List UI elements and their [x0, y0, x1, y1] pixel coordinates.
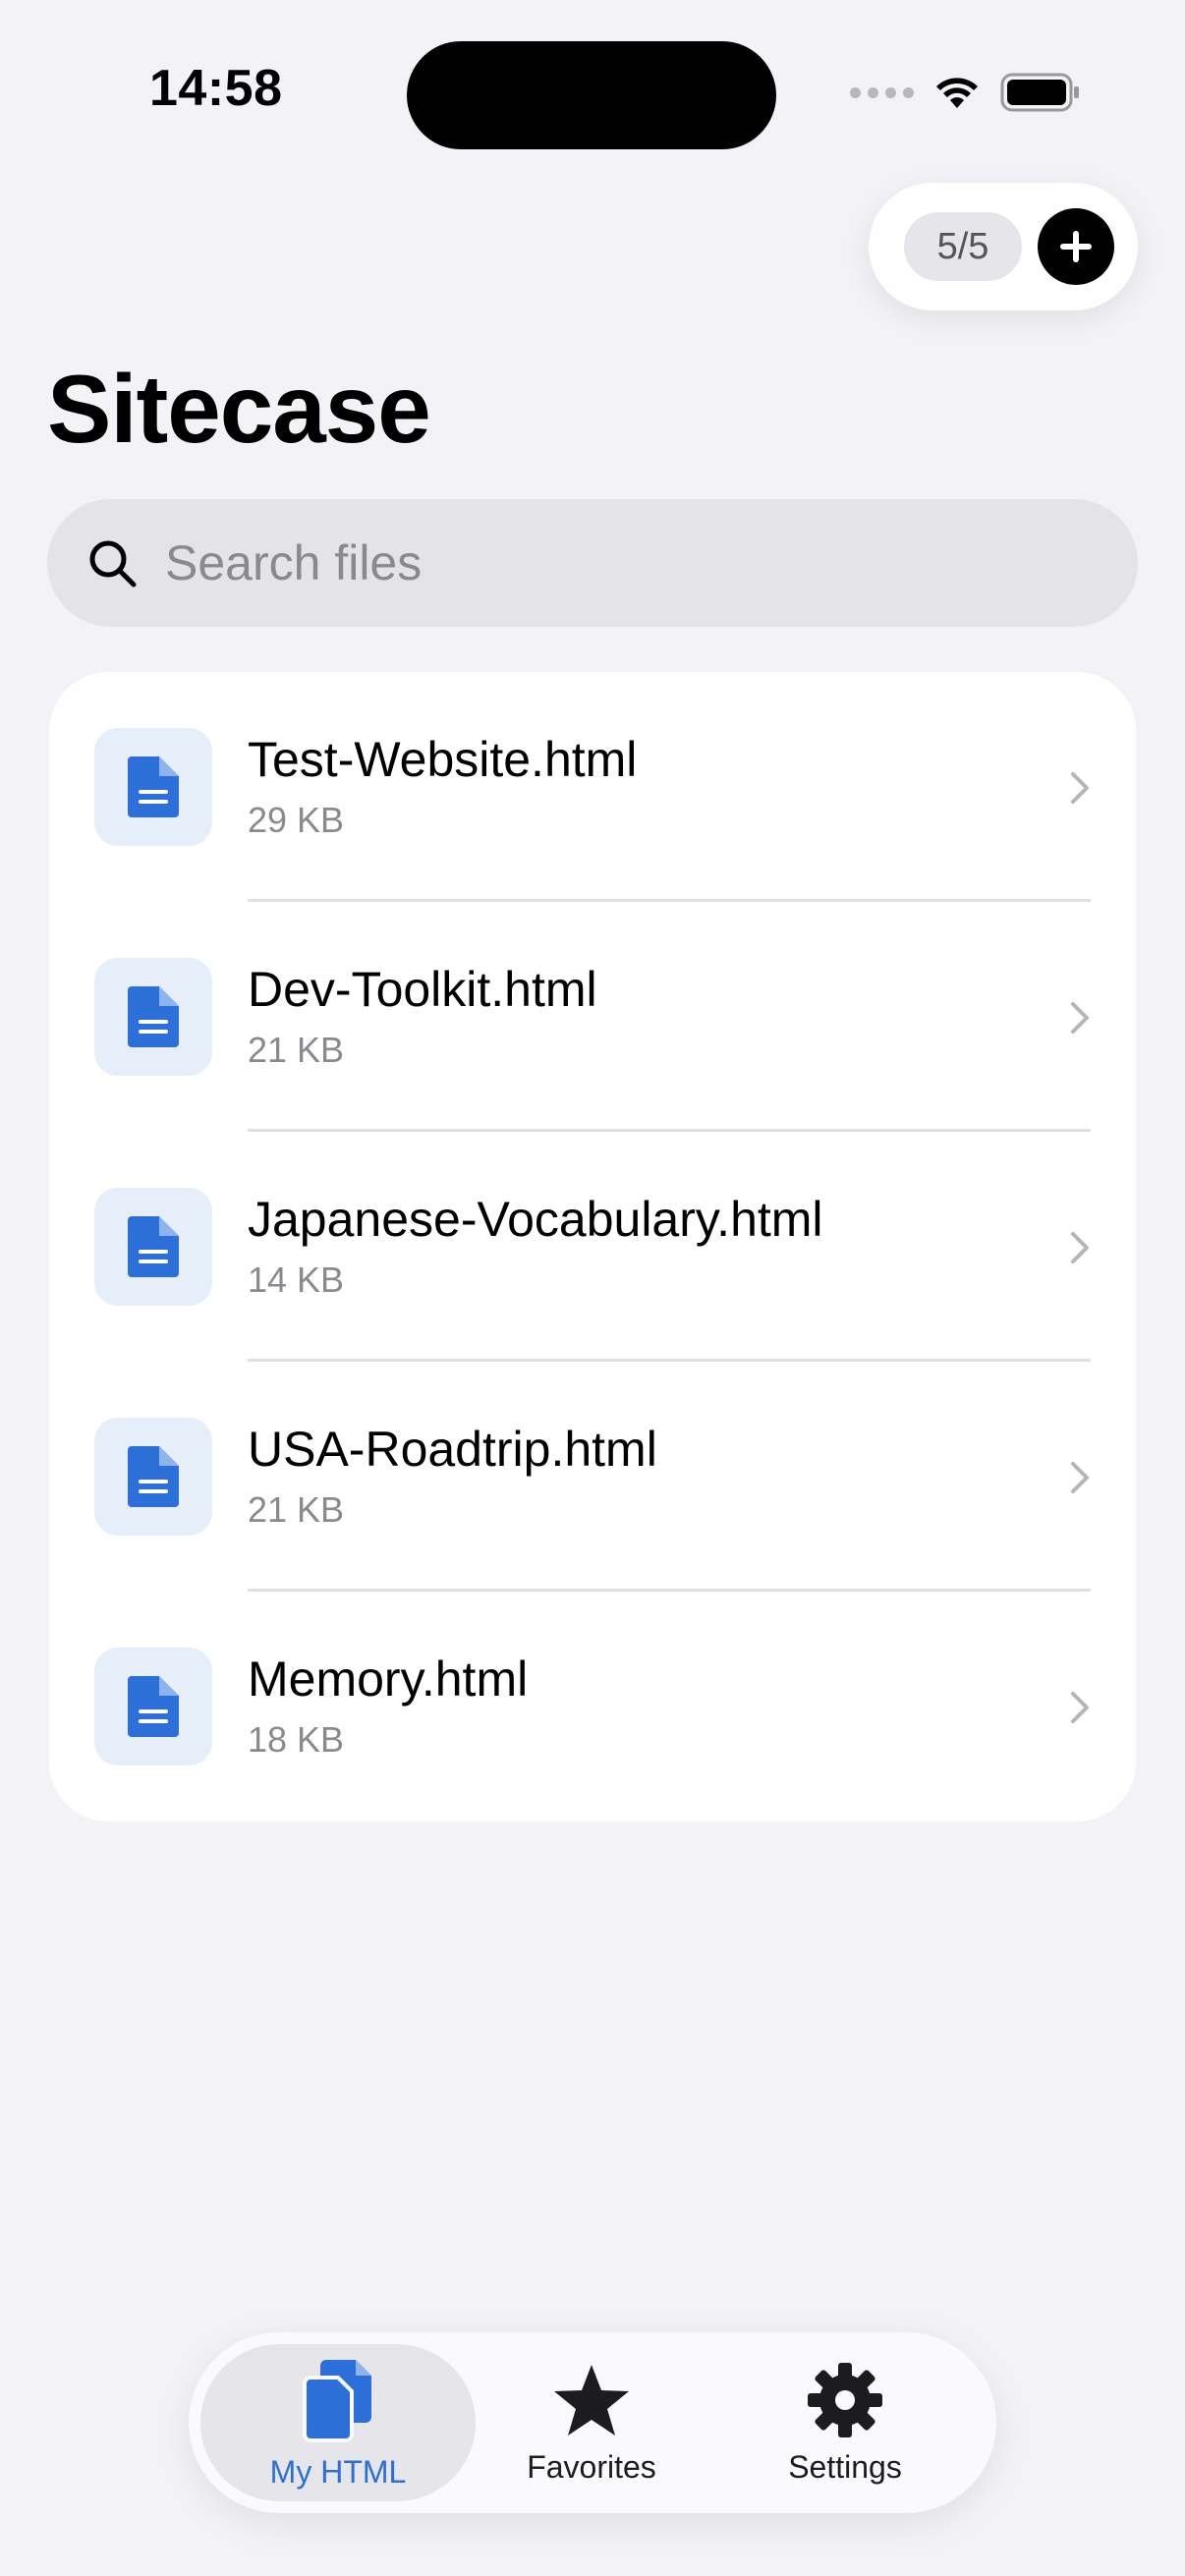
file-icon [94, 1418, 212, 1536]
tab-my-html[interactable]: My HTML [220, 2332, 456, 2513]
tab-bar: My HTML Favorites Settings [189, 2332, 996, 2513]
file-size: 29 KB [248, 800, 345, 840]
file-count-badge: 5/5 [904, 212, 1022, 281]
file-row[interactable]: Japanese-Vocabulary.html 14 KB [49, 1132, 1136, 1362]
file-row[interactable]: Memory.html 18 KB [49, 1592, 1136, 1821]
document-icon [128, 1216, 179, 1277]
file-size: 21 KB [248, 1489, 345, 1530]
tab-label: Favorites [527, 2448, 656, 2485]
chevron-right-icon [1071, 1232, 1089, 1263]
chevron-right-icon [1071, 1002, 1089, 1034]
header-actions: 5/5 [869, 183, 1138, 310]
file-size: 21 KB [248, 1030, 345, 1070]
file-size: 18 KB [248, 1719, 345, 1760]
file-icon [94, 1648, 212, 1765]
screen: 14:58 5/5 Sitecase Search files Test-Web… [0, 0, 1185, 2576]
document-icon [128, 1676, 179, 1737]
search-bar[interactable] [47, 499, 1138, 627]
status-icons [850, 73, 1081, 112]
file-icon [94, 728, 212, 846]
tab-label: Settings [788, 2448, 902, 2485]
add-file-button[interactable] [1038, 208, 1114, 285]
documents-icon [303, 2359, 371, 2442]
tab-label: My HTML [269, 2453, 407, 2490]
search-icon [89, 540, 137, 588]
file-name: Dev-Toolkit.html [248, 962, 597, 1017]
document-icon [128, 756, 179, 817]
file-list: Test-Website.html 29 KB Dev-Toolkit.html… [49, 672, 1136, 1821]
file-row[interactable]: Dev-Toolkit.html 21 KB [49, 902, 1136, 1132]
file-row[interactable]: Test-Website.html 29 KB [49, 672, 1136, 902]
dynamic-island [407, 41, 776, 149]
battery-icon [1000, 73, 1079, 112]
document-icon [128, 1446, 179, 1507]
cellular-signal-icon [850, 86, 914, 98]
plus-icon [1060, 231, 1092, 262]
chevron-right-icon [1071, 1692, 1089, 1723]
tab-settings[interactable]: Settings [727, 2332, 963, 2513]
wifi-icon [936, 78, 978, 108]
search-input[interactable] [165, 534, 1049, 591]
document-icon [128, 986, 179, 1047]
star-icon [554, 2364, 629, 2436]
file-name: Japanese-Vocabulary.html [248, 1192, 823, 1247]
file-row[interactable]: USA-Roadtrip.html 21 KB [49, 1362, 1136, 1592]
file-name: Memory.html [248, 1652, 529, 1707]
status-time: 14:58 [149, 60, 283, 117]
chevron-right-icon [1071, 1462, 1089, 1493]
file-name: Test-Website.html [248, 732, 638, 787]
chevron-right-icon [1071, 772, 1089, 804]
file-size: 14 KB [248, 1260, 345, 1300]
page-title: Sitecase [47, 355, 431, 463]
gear-icon [808, 2362, 882, 2437]
file-name: USA-Roadtrip.html [248, 1422, 657, 1477]
file-icon [94, 1188, 212, 1306]
file-icon [94, 958, 212, 1076]
tab-favorites[interactable]: Favorites [474, 2332, 709, 2513]
